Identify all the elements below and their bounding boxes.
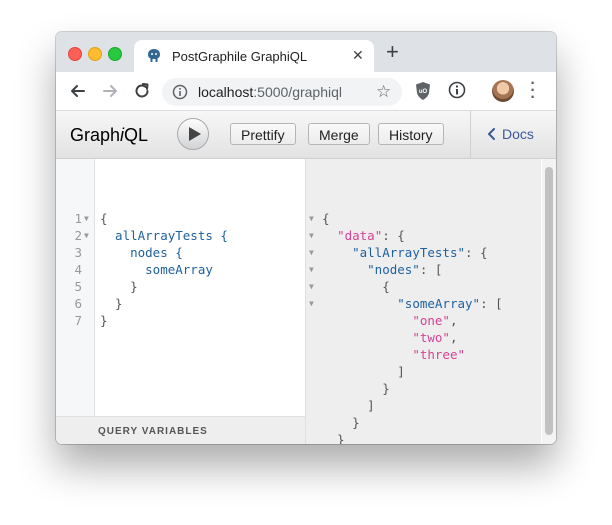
tab-strip: PostGraphile GraphiQL ✕ +	[56, 32, 556, 72]
result-line: "allArrayTests": {	[352, 245, 488, 260]
result-line: "one",	[412, 313, 458, 328]
result-key-data: "data"	[337, 228, 383, 243]
result-value: "two"	[412, 330, 450, 345]
url-path: :5000/graphiql	[253, 84, 343, 100]
code-line: }	[100, 279, 138, 294]
fold-arrow-icon[interactable]: ▼	[84, 227, 89, 244]
bookmark-star-icon[interactable]: ☆	[376, 82, 391, 102]
code-line: }	[100, 313, 108, 328]
execute-query-button[interactable]	[177, 118, 209, 150]
docs-link[interactable]: Docs	[487, 126, 534, 142]
result-line: "nodes": [	[367, 262, 443, 277]
result-line: "two",	[412, 330, 458, 345]
docs-area: Docs	[470, 111, 556, 158]
browser-menu-icon[interactable]: · · ·	[530, 76, 536, 106]
url-text: localhost:5000/graphiql	[198, 84, 342, 100]
line-number-gutter: 1 ▼ 2 ▼ 3 4 5 6 7	[56, 159, 95, 416]
result-value: "three"	[412, 347, 465, 362]
result-viewer: ▼ ▼ ▼ ▼ ▼ ▼ { "data": { "allArrayTests":…	[306, 159, 541, 444]
result-line: }	[322, 432, 345, 444]
scrollbar-thumb[interactable]	[545, 167, 553, 435]
code-line: someArray	[100, 262, 213, 277]
query-variables-bar[interactable]: QUERY VARIABLES	[56, 416, 305, 444]
result-line: {	[322, 211, 330, 226]
line-number: 3	[74, 245, 82, 260]
graphiql-logo: GraphiQL	[70, 125, 148, 146]
svg-text:uO: uO	[419, 89, 428, 95]
line-number: 7	[74, 313, 82, 328]
new-tab-button[interactable]: +	[386, 41, 399, 63]
result-line: ]	[322, 364, 405, 379]
history-button[interactable]: History	[378, 123, 444, 145]
code-line: {	[100, 211, 108, 226]
result-line: {	[322, 279, 390, 294]
line-number: 4	[74, 262, 82, 277]
close-window-button[interactable]	[68, 47, 82, 61]
query-variables-label: QUERY VARIABLES	[98, 426, 208, 437]
chevron-left-icon	[488, 128, 495, 140]
code-line: nodes {	[100, 245, 183, 260]
forward-arrow-icon[interactable]	[100, 81, 120, 101]
fold-arrow-icon[interactable]: ▼	[309, 278, 314, 295]
play-icon	[189, 127, 201, 141]
address-bar[interactable]: localhost:5000/graphiql ☆	[162, 78, 402, 106]
fold-arrow-icon[interactable]: ▼	[309, 227, 314, 244]
browser-tab[interactable]: PostGraphile GraphiQL ✕	[134, 40, 374, 72]
fold-arrow-icon[interactable]: ▼	[309, 210, 314, 227]
result-line: }	[322, 415, 360, 430]
logo-post: QL	[124, 125, 149, 145]
result-key-someArray: "someArray"	[397, 296, 481, 311]
merge-button[interactable]: Merge	[308, 123, 370, 145]
browser-toolbar: localhost:5000/graphiql ☆ uO · · ·	[56, 72, 556, 111]
tab-title: PostGraphile GraphiQL	[172, 49, 308, 64]
result-value: "one"	[412, 313, 450, 328]
extension-info-icon[interactable]	[448, 81, 466, 104]
tab-close-icon[interactable]: ✕	[352, 47, 364, 64]
code-line: }	[100, 296, 123, 311]
logo-pre: Graph	[70, 125, 121, 145]
line-number: 5	[74, 279, 82, 294]
query-editor[interactable]: 1 ▼ 2 ▼ 3 4 5 6 7 { allArrayTests { node…	[56, 159, 306, 444]
line-number: 1	[74, 211, 82, 226]
back-arrow-icon[interactable]	[68, 81, 88, 101]
fold-arrow-icon[interactable]: ▼	[309, 244, 314, 261]
fold-arrow-icon[interactable]: ▼	[309, 261, 314, 278]
postgraphile-elephant-icon	[146, 48, 162, 69]
result-line: ]	[322, 398, 375, 413]
result-line: "data": {	[337, 228, 405, 243]
browser-window: PostGraphile GraphiQL ✕ + localhost:5000…	[56, 32, 556, 444]
url-host: localhost	[198, 84, 254, 100]
result-key-allArrayTests: "allArrayTests"	[352, 245, 465, 260]
result-key-nodes: "nodes"	[367, 262, 420, 277]
profile-avatar[interactable]	[492, 80, 514, 102]
minimize-window-button[interactable]	[88, 47, 102, 61]
result-line: "someArray": [	[397, 296, 503, 311]
result-line: "three"	[322, 346, 465, 363]
zoom-window-button[interactable]	[108, 47, 122, 61]
docs-label: Docs	[502, 126, 534, 142]
code-line: allArrayTests {	[100, 228, 228, 243]
fold-arrow-icon[interactable]: ▼	[309, 295, 314, 312]
result-line: }	[322, 381, 390, 396]
reload-icon[interactable]	[132, 81, 152, 101]
graphiql-topbar: GraphiQL Prettify Merge History Docs	[56, 111, 556, 159]
line-number: 6	[74, 296, 82, 311]
fold-arrow-icon[interactable]: ▼	[84, 210, 89, 227]
prettify-button[interactable]: Prettify	[230, 123, 296, 145]
ublock-origin-icon[interactable]: uO	[414, 81, 432, 106]
info-icon[interactable]	[172, 84, 188, 105]
result-scrollbar[interactable]	[542, 159, 556, 444]
line-number: 2	[74, 228, 82, 243]
